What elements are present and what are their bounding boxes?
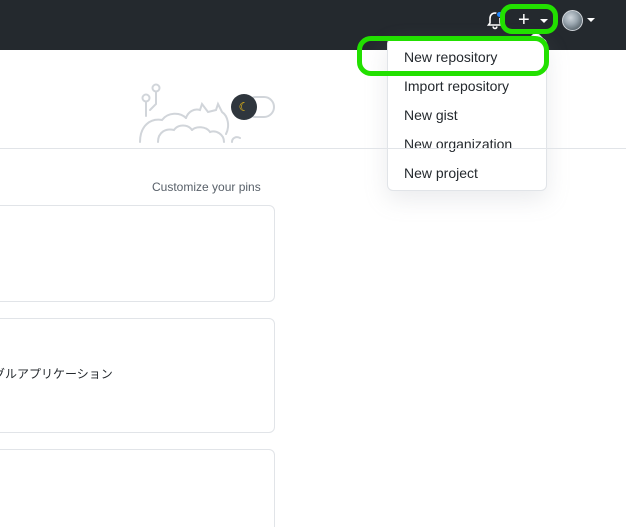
notifications-bell-icon[interactable]: [486, 11, 504, 30]
octocat-illustration: [136, 82, 246, 146]
dropdown-arrow-inner: [529, 33, 543, 40]
menu-item-import-repository[interactable]: Import repository: [404, 78, 509, 94]
create-new-button[interactable]: +: [516, 10, 552, 32]
pinned-repo-card[interactable]: グルアプリケーション: [0, 318, 275, 433]
menu-item-new-gist[interactable]: New gist: [404, 107, 458, 123]
menu-item-new-project[interactable]: New project: [404, 165, 478, 181]
pinned-repo-card[interactable]: [0, 205, 275, 302]
user-menu-button[interactable]: [562, 10, 598, 32]
moon-icon: ☾: [231, 94, 257, 120]
section-divider: [0, 148, 626, 149]
chevron-down-icon: [587, 18, 595, 22]
create-dropdown-menu: New repository Import repository New gis…: [387, 31, 547, 191]
menu-item-new-organization[interactable]: New organization: [404, 136, 512, 152]
theme-toggle[interactable]: ☾: [231, 94, 275, 120]
customize-pins-link[interactable]: Customize your pins: [152, 180, 261, 194]
avatar: [562, 10, 583, 31]
notification-dot: [496, 11, 503, 18]
pinned-repo-card[interactable]: [0, 449, 275, 527]
plus-icon: +: [518, 9, 530, 31]
chevron-down-icon: [540, 19, 548, 23]
menu-item-new-repository[interactable]: New repository: [404, 49, 497, 65]
pinned-repo-description: グルアプリケーション: [0, 367, 113, 381]
